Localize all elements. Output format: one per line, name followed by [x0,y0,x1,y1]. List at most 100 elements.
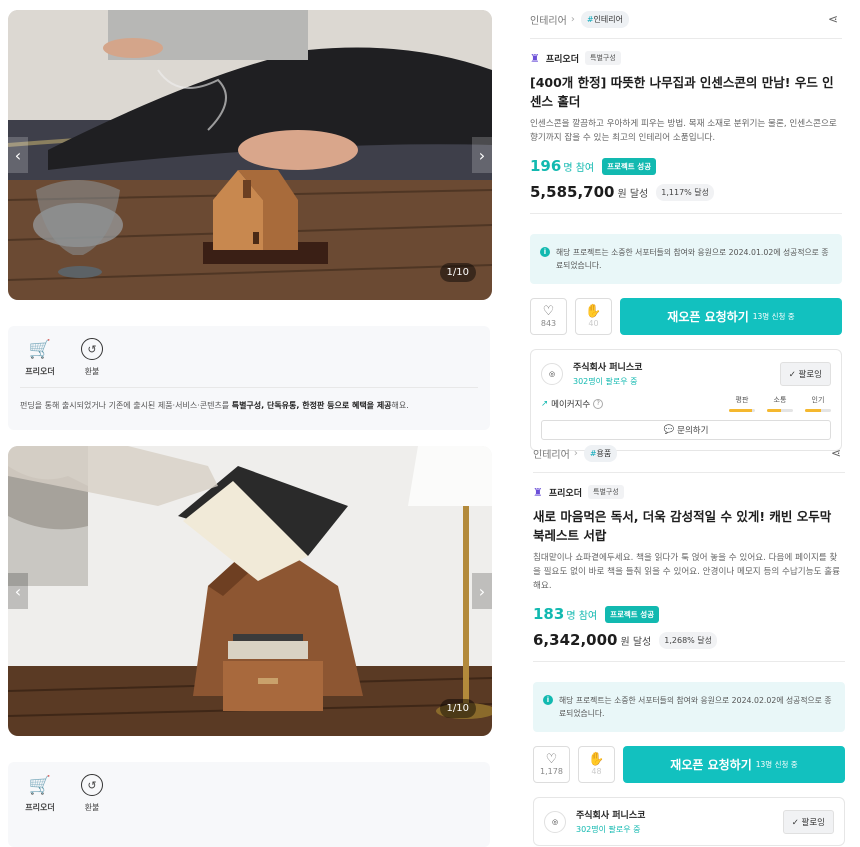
image-counter: 1/10 [439,699,476,718]
next-image-arrow-icon[interactable]: › [472,137,492,173]
project-image-carousel[interactable]: ‹ › 1/10 [8,446,492,736]
divider [530,38,842,39]
project-summary: 인센스콘을 깔끔하고 우아하게 피우는 방법. 목재 소재로 분위기는 물론, … [530,119,837,143]
project-image-carousel[interactable]: ‹ › 1/10 [8,10,492,300]
cheer-count: 40 [588,319,599,328]
badge-label: 환불 [84,367,100,376]
image-counter: 1/10 [439,263,476,282]
check-icon: ✓ [788,369,796,380]
next-image-arrow-icon[interactable]: › [472,573,492,609]
cheer-button[interactable]: ✋ 40 [575,298,612,335]
success-badge: 프로젝트 성공 [602,157,657,175]
badge-preorder: 🛒 프리오더 [20,338,60,377]
divider [533,472,845,473]
prev-image-arrow-icon[interactable]: ‹ [8,573,28,609]
benefit-description: 펀딩을 통해 출시되었거나 기존에 출시된 제품·서비스·콘텐츠를 특별구성, … [20,387,478,423]
project-title: [400개 한정] 따뜻한 나무집과 인센스콘의 만남! 우드 인센스 홀더 [530,75,834,109]
badge-refund: ↺ 환불 [72,338,112,377]
maker-logo[interactable]: ◎ [541,362,563,385]
cheer-count: 48 [591,767,602,776]
funded-amount: 5,585,700 [530,183,615,201]
participant-unit: 명 참여 [563,163,595,174]
participant-count: 196 [530,157,562,175]
like-count: 843 [540,319,557,328]
ended-notice: i 해당 프로젝트는 소중한 서포터들의 참여와 응원으로 2024.01.02… [530,234,842,284]
meter-label: 평판 [735,396,749,404]
chevron-right-icon: › [573,447,578,459]
project-info-panel: 인테리어 › #용품 ⋖ ♜ 프리오더 특별구성 새로 마음먹은 독서, 더욱 … [533,444,845,846]
refund-icon: ↺ [81,774,103,796]
amount-unit: 원 달성 [617,189,649,200]
participant-unit: 명 참여 [566,611,598,622]
shopping-cart-icon: 🛒 [28,338,52,360]
chevron-right-icon: › [570,13,575,25]
amount-unit: 원 달성 [620,637,652,648]
following-button[interactable]: ✓ 팔로잉 [782,809,834,834]
heart-icon: ♡ [542,304,555,319]
like-button[interactable]: ♡ 1,178 [533,746,570,783]
breadcrumb-category[interactable]: 인테리어 [530,12,567,27]
like-button[interactable]: ♡ 843 [530,298,567,335]
project-info-panel: 인테리어 › #인테리어 ⋖ ♜ 프리오더 특별구성 [400개 한정] 따뜻한… [530,10,842,451]
breadcrumb-category[interactable]: 인테리어 [533,446,570,461]
share-icon[interactable]: ⋖ [828,12,842,26]
following-button[interactable]: ✓ 팔로잉 [779,361,831,386]
maker-meter: 소통 [767,395,793,412]
refund-icon: ↺ [81,338,103,360]
maker-index: ↗ 메이커지수 ? [541,398,604,410]
project-title: 새로 마음먹은 독서, 더욱 감성적일 수 있게! 캐빈 오두막 북레스트 서랍 [533,509,832,543]
maker-meter: 인기 [805,395,831,412]
badge-label: 프리오더 [25,367,55,376]
preorder-icon: ♜ [530,51,540,65]
meter-label: 소통 [773,396,787,404]
maker-card: ◎ 주식회사 퍼니스코 302명이 팔로우 중 ✓ 팔로잉 ↗ 메이커지수 ? … [530,349,842,451]
reopen-request-button[interactable]: 재오픈 요청하기 13명 신청 중 [620,298,842,335]
benefit-box: 🛒 프리오더 ↺ 환불 펀딩을 통해 출시되었거나 기존에 출시된 제품·서비스… [8,326,490,430]
like-count: 1,178 [540,767,563,776]
preorder-icon: ♜ [533,485,543,499]
maker-card: ◎ 주식회사 퍼니스코 302명이 팔로우 중 ✓ 팔로잉 [533,797,845,846]
meter-bar [767,409,793,412]
help-icon[interactable]: ? [593,398,604,409]
project-summary: 침대맡이나 쇼파곁에두세요. 책을 읽다가 툭 얹어 놓을 수 있어요. 다음에… [533,553,841,591]
book-rest-drawer-photo [8,446,492,736]
benefit-box: 🛒 프리오더 ↺ 환불 [8,762,490,847]
reopen-request-button[interactable]: 재오픈 요청하기 13명 신청 중 [623,746,845,783]
badge-label: 프리오더 [25,803,55,812]
info-icon: i [540,247,550,257]
incense-holder-photo [8,10,492,300]
inquiry-button[interactable]: 💬 문의하기 [541,420,831,440]
success-badge: 프로젝트 성공 [605,605,660,623]
maker-name[interactable]: 주식회사 퍼니스코 [573,360,642,373]
funded-amount: 6,342,000 [533,631,618,649]
ended-notice: i 해당 프로젝트는 소중한 서포터들의 참여와 응원으로 2024.02.02… [533,682,845,732]
maker-logo[interactable]: ◎ [544,810,566,833]
trend-icon: ↗ [541,398,549,409]
badge-preorder: 🛒 프리오더 [20,774,60,813]
achievement-percent: 1,268% 달성 [659,631,718,649]
prev-image-arrow-icon[interactable]: ‹ [8,137,28,173]
clap-icon: ✋ [585,304,602,319]
special-tag: 특별구성 [585,51,621,65]
maker-name[interactable]: 주식회사 퍼니스코 [576,808,645,821]
maker-type: 프리오더 [548,488,582,499]
clap-icon: ✋ [588,752,605,767]
meter-bar [805,409,831,412]
participant-count: 183 [533,605,565,623]
share-icon[interactable]: ⋖ [831,446,845,460]
category-tag[interactable]: #인테리어 [580,10,629,28]
heart-icon: ♡ [545,752,558,767]
meter-label: 인기 [811,396,825,404]
meter-bar [729,409,755,412]
shopping-cart-icon: 🛒 [28,774,52,796]
category-tag[interactable]: #용품 [583,444,618,462]
cheer-button[interactable]: ✋ 48 [578,746,615,783]
maker-followers: 302명이 팔로우 중 [576,825,641,834]
check-icon: ✓ [791,817,799,828]
badge-refund: ↺ 환불 [72,774,112,813]
maker-type: 프리오더 [545,54,579,65]
info-icon: i [543,695,553,705]
special-tag: 특별구성 [588,485,624,499]
maker-followers: 302명이 팔로우 중 [573,377,638,386]
badge-label: 환불 [84,803,100,812]
